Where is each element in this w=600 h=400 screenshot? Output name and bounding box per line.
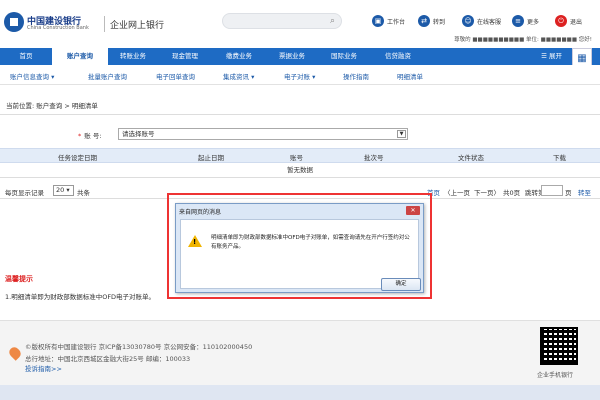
required-mark: *	[78, 132, 82, 140]
qr-code-icon	[540, 327, 578, 365]
workbench-button[interactable]: ▣ 工作台	[372, 13, 405, 29]
account-label: * 账 号:	[78, 130, 102, 140]
next-page-link[interactable]: 下一页〉	[474, 187, 500, 197]
footer: ©版权所有中国建设银行 京ICP备13030780号 京公网安备：1101020…	[0, 320, 600, 385]
more-button[interactable]: ≡ 更多	[512, 13, 539, 29]
ok-button[interactable]: 确定	[381, 278, 421, 291]
nav-item-transfer[interactable]: 转账业务	[108, 48, 158, 65]
subnav-label: 集成资讯	[223, 73, 249, 81]
workbench-label: 工作台	[387, 18, 406, 26]
dialog-title: 来自网页的消息	[179, 209, 222, 216]
logout-label: 退出	[570, 18, 583, 26]
page-size-label: 每页显示记录	[5, 189, 44, 197]
column-header: 文件状态	[458, 154, 484, 162]
welcome-text: 尊敬的 ■■■■■■■■■■ 单位: ■■■■■■■ 您好!	[454, 37, 592, 43]
nav-expand-button[interactable]: ☰ 展开	[541, 48, 562, 65]
power-icon: ⏻	[555, 15, 567, 27]
transfer-icon: ⇄	[418, 15, 430, 27]
more-icon: ≡	[512, 15, 524, 27]
desk-icon: ▣	[372, 15, 384, 27]
tips-text: 1.明细清单即为财政部数据标准中OFD电子对账单。	[5, 293, 156, 301]
subnav-label: 账户信息查询	[10, 73, 49, 81]
page-unit: 页	[565, 189, 572, 197]
online-service-button[interactable]: ☺ 在线客服	[462, 13, 501, 29]
account-select[interactable]: 请选择账号 ▼	[118, 128, 408, 140]
subnav-item-integrated-info[interactable]: 集成资讯 ▾	[223, 71, 254, 81]
browser-frame: 中国建设银行 China Construction Bank 企业网上银行 ⌕ …	[0, 0, 600, 400]
subnav-item-guide[interactable]: 操作指南	[343, 71, 369, 81]
complaint-link[interactable]: 投诉指南>>	[25, 363, 62, 373]
page-size-value: 20	[56, 186, 65, 194]
alert-dialog: 来自网页的消息 ✕ ! 明细清单即为财政部数据标准中OFD电子对账单，如需查询请…	[175, 203, 424, 293]
page-count: 共0页	[503, 189, 521, 197]
nav-item-credit[interactable]: 信贷融资	[370, 48, 426, 65]
qr-label: 企业手机银行	[537, 372, 574, 379]
service-icon: ☺	[462, 15, 474, 27]
nav-item-bills[interactable]: 票据业务	[266, 48, 318, 65]
main-nav: 首页 账户查询 转账业务 现金管理 缴费业务 票据业务 国际业务 信贷融资 ☰ …	[0, 48, 600, 65]
close-icon[interactable]: ✕	[406, 206, 420, 215]
header-divider	[104, 16, 105, 32]
search-input[interactable]: ⌕	[222, 13, 342, 29]
account-select-value: 请选择账号	[122, 130, 155, 138]
address-text: 总行地址：中国北京西城区金融大街25号 邮编：100033	[25, 355, 191, 363]
more-label: 更多	[527, 18, 540, 26]
list-icon: ☰	[541, 52, 549, 60]
ccb-logo-icon	[4, 12, 24, 32]
nav-item-account-query[interactable]: 账户查询	[52, 48, 108, 65]
chevron-down-icon: ▾	[66, 186, 70, 194]
column-header: 下载	[553, 154, 566, 162]
account-label-text: 账 号:	[84, 132, 102, 140]
table-header: 任务设定日期 起止日期 账号 批次号 文件状态 下载	[0, 148, 600, 163]
warning-exclamation: !	[193, 238, 197, 246]
nav-item-international[interactable]: 国际业务	[318, 48, 370, 65]
transfer-menu-button[interactable]: ⇄ 转到	[418, 13, 445, 29]
nav-expand-label: 展开	[549, 52, 562, 60]
subnav-label: 电子对账	[284, 73, 310, 81]
product-name: 企业网上银行	[110, 21, 165, 31]
transfer-label: 转到	[433, 18, 446, 26]
column-header: 批次号	[364, 154, 384, 162]
page-size-select[interactable]: 20 ▾	[53, 185, 74, 196]
breadcrumb: 当前位置: 账户查询 > 明细清单	[6, 102, 98, 110]
search-icon[interactable]: ⌕	[330, 16, 335, 26]
column-header: 起止日期	[198, 154, 224, 162]
nav-item-home[interactable]: 首页	[0, 48, 52, 65]
column-header: 账号	[290, 154, 303, 162]
online-service-label: 在线客服	[477, 18, 502, 26]
table-empty-row: 暂无数据	[0, 163, 600, 178]
prev-page-link[interactable]: 〈上一页	[444, 187, 470, 197]
page-background-band	[0, 385, 600, 400]
sub-nav: 账户信息查询 ▾ 批量账户查询 电子回单查询 集成资讯 ▾ 电子对账 ▾ 操作指…	[0, 65, 600, 85]
divider	[0, 114, 600, 115]
chevron-down-icon[interactable]: ▼	[397, 130, 406, 138]
subnav-item-e-statement[interactable]: 电子对账 ▾	[284, 71, 315, 81]
bank-english-name: China Construction Bank	[27, 25, 89, 31]
dialog-message: 明细清单即为财政部数据标准中OFD电子对账单，如需查询请先在开户行签约对公有账务…	[211, 235, 410, 250]
subnav-item-receipt-query[interactable]: 电子回单查询	[156, 71, 195, 81]
subnav-item-detail-list[interactable]: 明细清单	[397, 71, 423, 81]
header: 中国建设银行 China Construction Bank 企业网上银行 ⌕ …	[0, 0, 600, 48]
subnav-item-account-info[interactable]: 账户信息查询 ▾	[10, 71, 54, 81]
nav-item-cash-management[interactable]: 现金管理	[158, 48, 212, 65]
column-header: 任务设定日期	[58, 154, 97, 162]
go-button[interactable]: 转至	[578, 187, 591, 197]
dialog-body: ! 明细清单即为财政部数据标准中OFD电子对账单，如需查询请先在开户行签约对公有…	[180, 219, 421, 291]
tips-title: 温馨提示	[5, 275, 33, 283]
copyright-text: ©版权所有中国建设银行 京ICP备13030780号 京公网安备：1101020…	[25, 343, 253, 351]
total-records: 共条	[77, 189, 90, 197]
logout-button[interactable]: ⏻ 退出	[555, 13, 582, 29]
nav-item-payment[interactable]: 缴费业务	[212, 48, 266, 65]
location-pin-icon	[7, 345, 23, 361]
page-number-input[interactable]	[541, 185, 563, 196]
subnav-item-batch-query[interactable]: 批量账户查询	[88, 71, 127, 81]
